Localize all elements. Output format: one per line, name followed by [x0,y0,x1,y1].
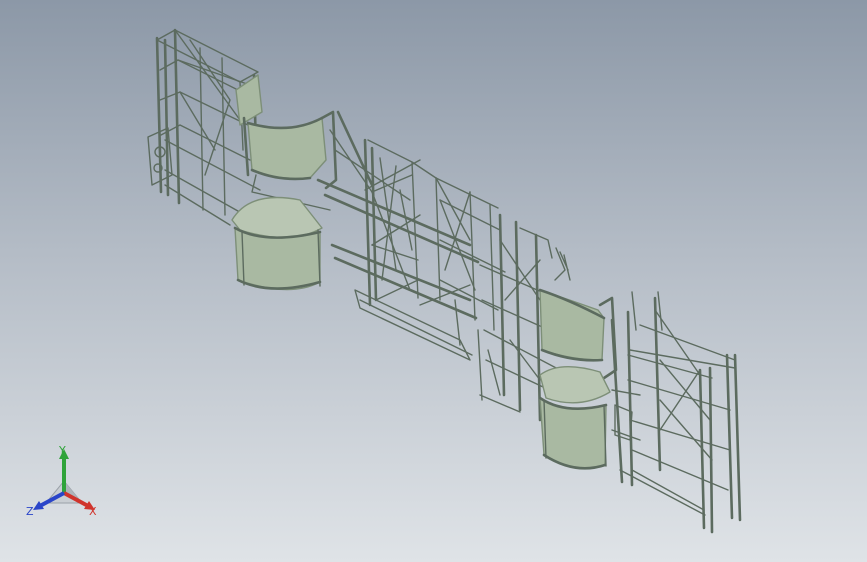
3d-viewport[interactable]: Y X Z [0,0,867,562]
conveyor-frame-model[interactable] [0,0,867,562]
right-tower [610,291,742,534]
upper-curved-guard [242,110,338,211]
right-curved-guards [538,288,618,470]
z-axis-label: Z [26,505,34,518]
x-axis-label: X [89,505,97,518]
coordinate-triad: Y X Z [24,445,104,525]
y-axis-label: Y [59,444,66,457]
center-truss-section [316,110,506,361]
lower-left-table [231,196,323,291]
